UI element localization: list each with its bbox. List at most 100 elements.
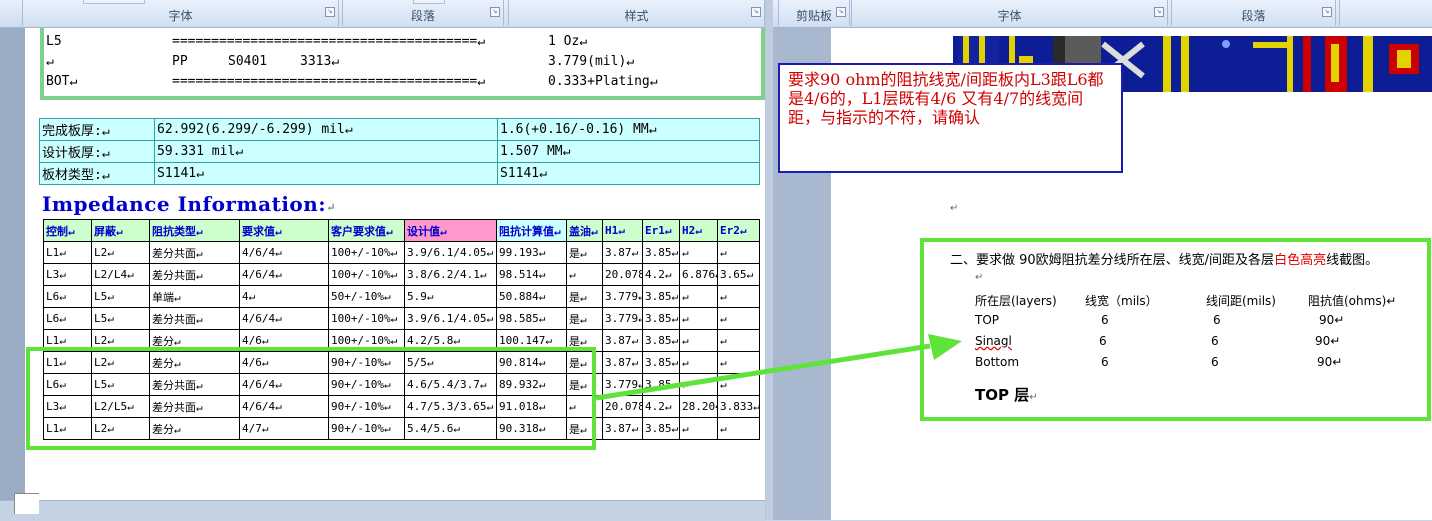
ribbon-group-styles: 样式 ↘ [508, 0, 765, 26]
impedance-cell: 50+/-10%↵ [328, 285, 405, 308]
impedance-cell: 3.85↵ [642, 285, 680, 308]
impedance-cell: 4/6/4↵ [239, 307, 329, 330]
impedance-cell: 98.585↵ [496, 307, 567, 330]
paragraph-right-launcher-icon[interactable]: ↘ [1322, 7, 1332, 17]
styles-launcher-icon[interactable]: ↘ [751, 7, 761, 17]
stackup-value: 0.333+Plating↵ [548, 74, 658, 89]
table-row: 设计板厚:↵ 59.331 mil↵ 1.507 MM↵ [39, 140, 760, 163]
impedance-cell: L5↵ [91, 285, 150, 308]
impedance-cell: 3.9/6.1/4.05↵ [404, 307, 497, 330]
comment-text: 要求90 ohm的阻抗线宽/间距板内L3跟L6都是4/6的，L1层既有4/6 又… [788, 70, 1104, 127]
impedance-cell: ↵ [717, 285, 760, 308]
board-info-value: 1.507 MM↵ [497, 140, 760, 163]
ribbon-group-styles-label: 样式 [624, 9, 649, 23]
impedance-cell: 98.514↵ [496, 263, 567, 286]
impedance-cell: 4/6/4↵ [239, 263, 329, 286]
font-launcher-icon[interactable]: ↘ [325, 7, 335, 17]
impedance-cell: L3↵ [43, 263, 92, 286]
impedance-cell: ↵ [566, 263, 603, 286]
impedance-cell: ↵ [679, 417, 718, 440]
impedance-cell: L2/L4↵ [91, 263, 150, 286]
impedance-cell: ↵ [717, 417, 760, 440]
impedance-cell: 差分共面↵ [149, 263, 240, 286]
impedance-cell: 5.9↵ [404, 285, 497, 308]
stackup-line-3: =======================================↵ [172, 74, 486, 89]
right-highlight-box [920, 238, 1431, 421]
ribbon-group-paragraph: 段落 ↘ [342, 0, 504, 26]
impedance-cell: 100+/-10%↵ [328, 307, 405, 330]
stackup-pp-thickness: 3313↵ [300, 54, 340, 69]
impedance-cell: 50.884↵ [496, 285, 567, 308]
board-info-table: 完成板厚:↵ 62.992(6.299/-6.299) mil↵ 1.6(+0.… [39, 118, 760, 185]
impedance-header-cell: 设计值↵ [404, 219, 497, 242]
clipboard-launcher-icon[interactable]: ↘ [836, 7, 846, 17]
impedance-cell: L6↵ [43, 307, 92, 330]
impedance-header-cell: H1↵ [602, 219, 643, 242]
ribbon-group-paragraph-right-label: 段落 [1241, 9, 1266, 23]
impedance-header-cell: 屏蔽↵ [91, 219, 150, 242]
impedance-cell: ↵ [679, 285, 718, 308]
pilcrow-mark: ↵ [950, 203, 959, 214]
table-row: L1↵ L2↵ 差分共面↵ 4/6/4↵ 100+/-10%↵ 3.9/6.1/4.05↵… [43, 241, 760, 264]
impedance-cell: 是↵ [566, 285, 603, 308]
impedance-header-cell: 阻抗类型↵ [149, 219, 240, 242]
left-ribbon: 字体 ↘ 段落 ↘ 样式 ↘ [0, 0, 765, 28]
ribbon-group-font: 字体 ↘ [22, 0, 339, 26]
impedance-header-cell: 控制↵ [43, 219, 92, 242]
left-status-strip [0, 500, 765, 521]
impedance-cell: 20.078↵ [602, 263, 643, 286]
impedance-cell: 99.193↵ [496, 241, 567, 264]
impedance-cell: 3.8/6.2/4.1↵ [404, 263, 497, 286]
impedance-header-row: 控制↵ 屏蔽↵ 阻抗类型↵ 要求值↵ 客户要求值↵ 设计值↵ 阻抗计算值↵ 盖油↵ H1↵ Er1… [43, 219, 760, 242]
impedance-title-mark: ↵ [326, 201, 336, 214]
impedance-cell: ↵ [679, 241, 718, 264]
impedance-header-cell: Er2↵ [717, 219, 760, 242]
paragraph-launcher-icon[interactable]: ↘ [490, 7, 500, 17]
stackup-pp-type: PP [172, 54, 188, 69]
impedance-cell: ↵ [717, 241, 760, 264]
stackup-value: 1 Oz↵ [548, 34, 588, 49]
impedance-header-cell: 盖油↵ [566, 219, 603, 242]
ribbon-group-clipboard: 剪贴板 ↘ [778, 0, 850, 26]
stackup-layer-col: L5 ↵ BOT↵ [46, 32, 77, 92]
impedance-cell: 3.87↵ [602, 241, 643, 264]
impedance-cell: L2↵ [91, 241, 150, 264]
impedance-cell: 100+/-10%↵ [328, 241, 405, 264]
impedance-cell: 差分共面↵ [149, 241, 240, 264]
impedance-cell: 3.85↵ [642, 241, 680, 264]
impedance-cell: 4↵ [239, 285, 329, 308]
impedance-cell: L6↵ [43, 285, 92, 308]
impedance-cell: 3.9/6.1/4.05↵ [404, 241, 497, 264]
impedance-header-cell: 要求值↵ [239, 219, 329, 242]
impedance-cell: L5↵ [91, 307, 150, 330]
board-info-label: 设计板厚:↵ [39, 140, 155, 163]
impedance-cell: 3.779↵ [602, 285, 643, 308]
font-right-launcher-icon[interactable]: ↘ [1154, 7, 1164, 17]
table-row: 完成板厚:↵ 62.992(6.299/-6.299) mil↵ 1.6(+0.… [39, 118, 760, 141]
stackup-layer: ↵ [46, 54, 54, 69]
impedance-cell: L1↵ [43, 241, 92, 264]
impedance-header-cell: Er1↵ [642, 219, 680, 242]
impedance-cell: 3.85↵ [642, 417, 680, 440]
board-info-value: 62.992(6.299/-6.299) mil↵ [154, 118, 498, 141]
ribbon-group-partial [1339, 0, 1432, 26]
ribbon-group-paragraph-label: 段落 [410, 9, 435, 23]
stackup-value-col: 1 Oz↵ 3.779(mil)↵ 0.333+Plating↵ [548, 32, 658, 92]
board-info-value: 59.331 mil↵ [154, 140, 498, 163]
right-ribbon: 剪贴板 ↘ 字体 ↘ 段落 ↘ [773, 0, 1432, 28]
impedance-cell: 3.87↵ [602, 417, 643, 440]
ribbon-group-font-right-label: 字体 [997, 9, 1022, 23]
table-row: L3↵ L2/L4↵ 差分共面↵ 4/6/4↵ 100+/-10%↵ 3.8/6.2/4.… [43, 263, 760, 286]
impedance-title: Impedance Information:↵ [42, 192, 336, 216]
ribbon-group-font-right: 字体 ↘ [851, 0, 1168, 26]
impedance-cell: 4/6/4↵ [239, 241, 329, 264]
impedance-header-cell: H2↵ [679, 219, 718, 242]
highlight-arrow [595, 334, 962, 401]
table-row: 板材类型:↵ S1141↵ S1141↵ [39, 162, 760, 185]
impedance-cell: 4.2↵ [642, 263, 680, 286]
impedance-title-text: Impedance Information: [42, 192, 327, 216]
board-info-label: 完成板厚:↵ [39, 118, 155, 141]
stackup-value: 3.779(mil)↵ [548, 54, 635, 69]
stackup-layer: L5 [46, 34, 62, 49]
stackup-line-1: =======================================↵ [172, 34, 486, 49]
